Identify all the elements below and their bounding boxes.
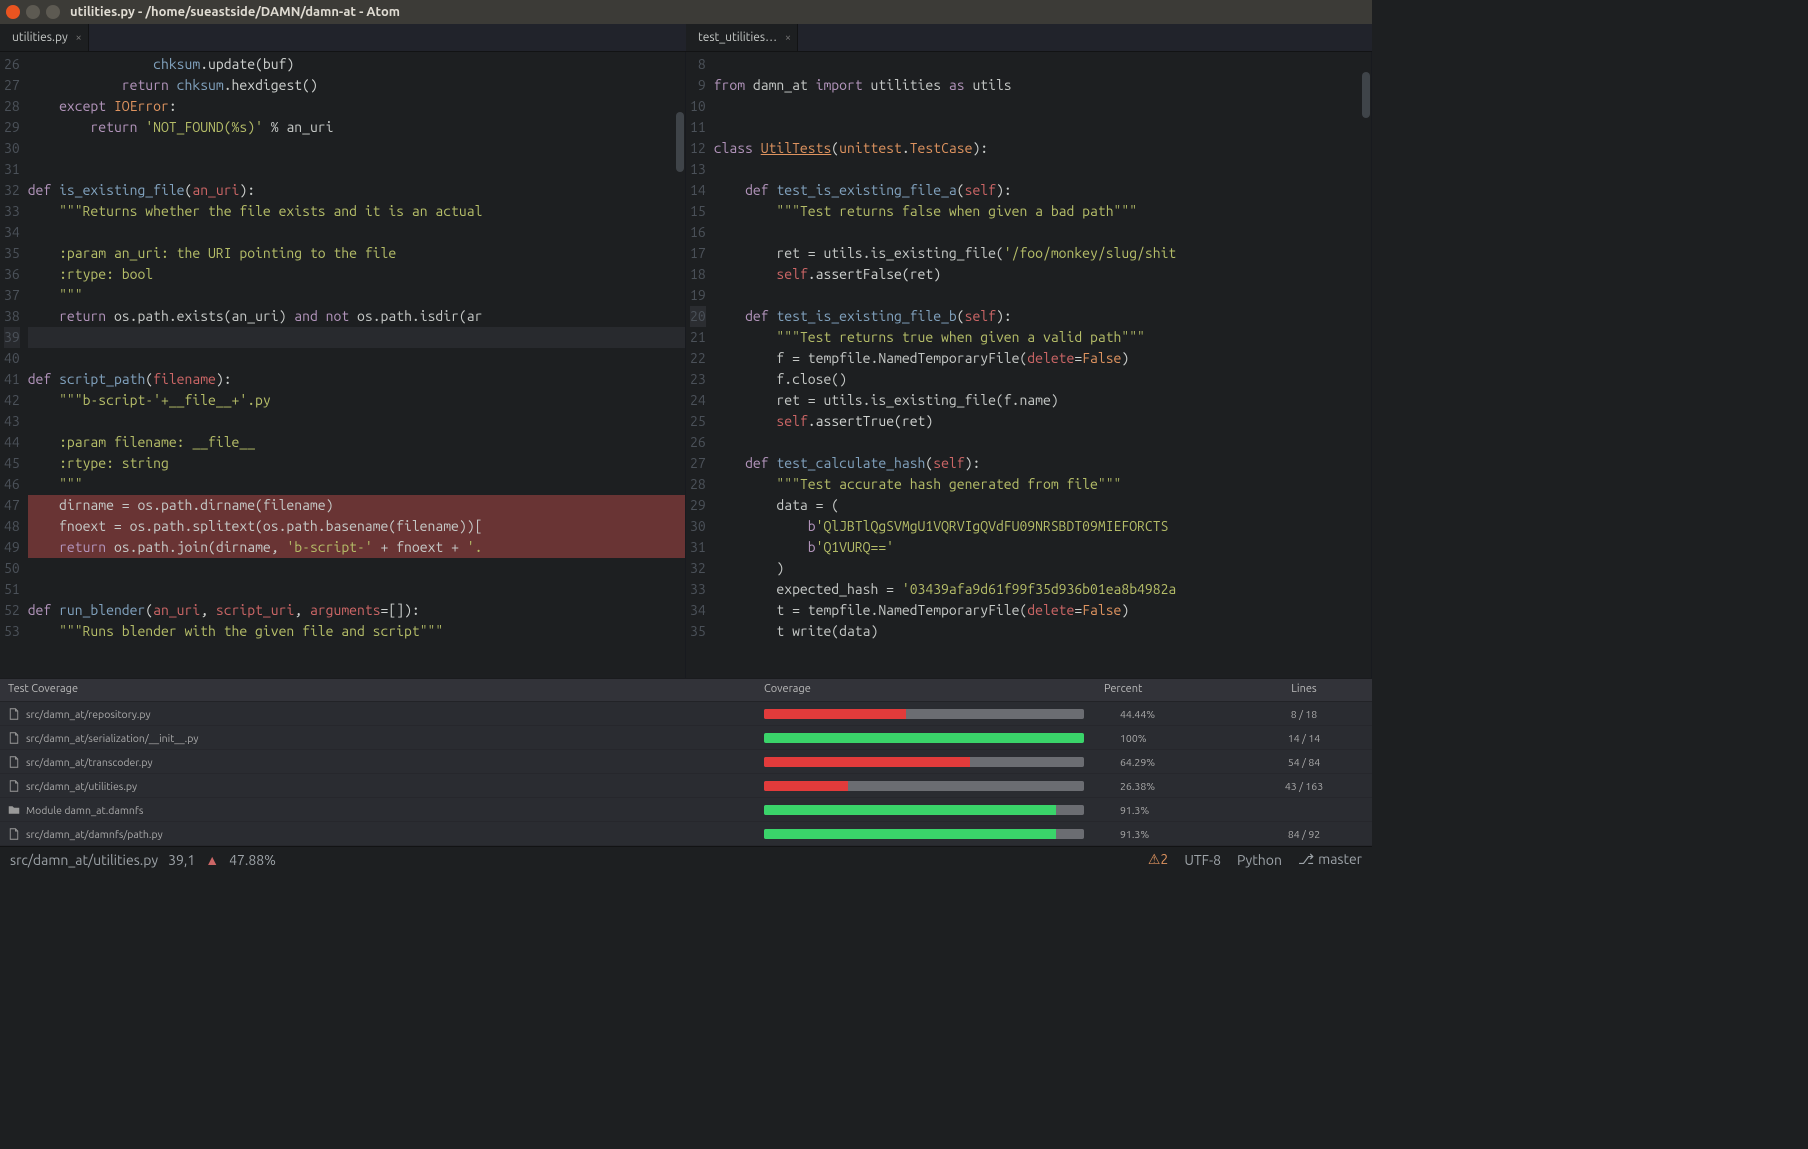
coverage-bar (764, 829, 1084, 839)
status-language[interactable]: Python (1237, 852, 1282, 868)
arrow-up-icon: ▲ (205, 852, 219, 868)
coverage-lines: 8 / 18 (1244, 708, 1364, 720)
tab-label: utilities.py (12, 31, 68, 44)
coverage-row[interactable]: src/damn_at/damnfs/path.py 91.3%84 / 92 (0, 822, 1372, 846)
coverage-lines: 14 / 14 (1244, 732, 1364, 744)
gutter-left: 2627282930313233343536373839404142434445… (0, 52, 28, 678)
folder-icon (8, 804, 20, 816)
coverage-bar (764, 757, 1084, 767)
statusbar: src/damn_at/utilities.py 39,1 ▲ 47.88% ⚠… (0, 846, 1372, 872)
coverage-percent: 91.3% (1104, 804, 1244, 816)
code-left[interactable]: chksum.update(buf) return chksum.hexdige… (28, 52, 685, 678)
coverage-percent: 26.38% (1104, 780, 1244, 792)
coverage-percent: 64.29% (1104, 756, 1244, 768)
coverage-item-name: src/damn_at/utilities.py (26, 780, 137, 792)
coverage-row[interactable]: src/damn_at/repository.py 44.44%8 / 18 (0, 702, 1372, 726)
coverage-bar (764, 805, 1084, 815)
editors: 2627282930313233343536373839404142434445… (0, 52, 1372, 678)
window-close-icon[interactable] (6, 5, 20, 19)
coverage-header-title: Test Coverage (8, 683, 764, 695)
status-right: ⚠2 UTF-8 Python ⎇master (1148, 851, 1362, 868)
coverage-header-coverage: Coverage (764, 683, 1104, 695)
close-icon[interactable]: × (76, 32, 82, 44)
tabs-left: utilities.py × (0, 24, 686, 52)
status-left: src/damn_at/utilities.py 39,1 ▲ 47.88% (10, 852, 276, 868)
coverage-bar (764, 733, 1084, 743)
status-coverage: 47.88% (229, 852, 276, 868)
gutter-right: 8910111213141516171819202122232425262728… (686, 52, 714, 678)
warning-icon: ⚠ (1148, 851, 1161, 867)
coverage-lines: 84 / 92 (1244, 828, 1364, 840)
window-title: utilities.py - /home/sueastside/DAMN/dam… (70, 5, 400, 19)
coverage-row[interactable]: src/damn_at/serialization/__init__.py 100… (0, 726, 1372, 750)
coverage-panel: Test Coverage Coverage Percent Lines src… (0, 678, 1372, 846)
coverage-item-name: Module damn_at.damnfs (26, 804, 143, 816)
coverage-bar (764, 781, 1084, 791)
scrollbar-left[interactable] (675, 52, 685, 678)
coverage-row[interactable]: Module damn_at.damnfs 91.3% (0, 798, 1372, 822)
coverage-lines: 54 / 84 (1244, 756, 1364, 768)
status-path[interactable]: src/damn_at/utilities.py (10, 852, 158, 868)
scrollbar-right[interactable] (1361, 52, 1371, 678)
git-branch-icon: ⎇ (1298, 851, 1314, 868)
status-encoding[interactable]: UTF-8 (1184, 852, 1221, 868)
coverage-percent: 44.44% (1104, 708, 1244, 720)
file-icon (8, 756, 20, 768)
coverage-row[interactable]: src/damn_at/transcoder.py 64.29%54 / 84 (0, 750, 1372, 774)
editor-left[interactable]: 2627282930313233343536373839404142434445… (0, 52, 686, 678)
tabs-right: test_utilities… × (686, 24, 1372, 52)
coverage-bar (764, 709, 1084, 719)
titlebar: utilities.py - /home/sueastside/DAMN/dam… (0, 0, 1372, 24)
coverage-item-name: src/damn_at/transcoder.py (26, 756, 153, 768)
window-maximize-icon[interactable] (46, 5, 60, 19)
tab-right-active[interactable]: test_utilities… × (686, 24, 798, 51)
tab-left-active[interactable]: utilities.py × (0, 24, 89, 51)
status-warnings[interactable]: ⚠2 (1148, 851, 1168, 868)
coverage-item-name: src/damn_at/serialization/__init__.py (26, 732, 198, 744)
coverage-percent: 91.3% (1104, 828, 1244, 840)
window-minimize-icon[interactable] (26, 5, 40, 19)
coverage-header-lines: Lines (1244, 683, 1364, 695)
coverage-item-name: src/damn_at/damnfs/path.py (26, 828, 163, 840)
tab-label: test_utilities… (698, 31, 777, 44)
file-icon (8, 708, 20, 720)
status-branch[interactable]: ⎇master (1298, 851, 1362, 868)
editor-right[interactable]: 8910111213141516171819202122232425262728… (686, 52, 1372, 678)
tabs-row: utilities.py × test_utilities… × (0, 24, 1372, 52)
file-icon (8, 732, 20, 744)
coverage-item-name: src/damn_at/repository.py (26, 708, 151, 720)
file-icon (8, 780, 20, 792)
coverage-row[interactable]: src/damn_at/utilities.py 26.38%43 / 163 (0, 774, 1372, 798)
coverage-percent: 100% (1104, 732, 1244, 744)
status-position[interactable]: 39,1 (168, 852, 195, 868)
file-icon (8, 828, 20, 840)
coverage-header: Test Coverage Coverage Percent Lines (0, 679, 1372, 702)
close-icon[interactable]: × (785, 32, 791, 44)
code-right[interactable]: from damn_at import utilities as utilscl… (714, 52, 1371, 678)
coverage-lines: 43 / 163 (1244, 780, 1364, 792)
window-controls (6, 5, 60, 19)
coverage-header-percent: Percent (1104, 683, 1244, 695)
